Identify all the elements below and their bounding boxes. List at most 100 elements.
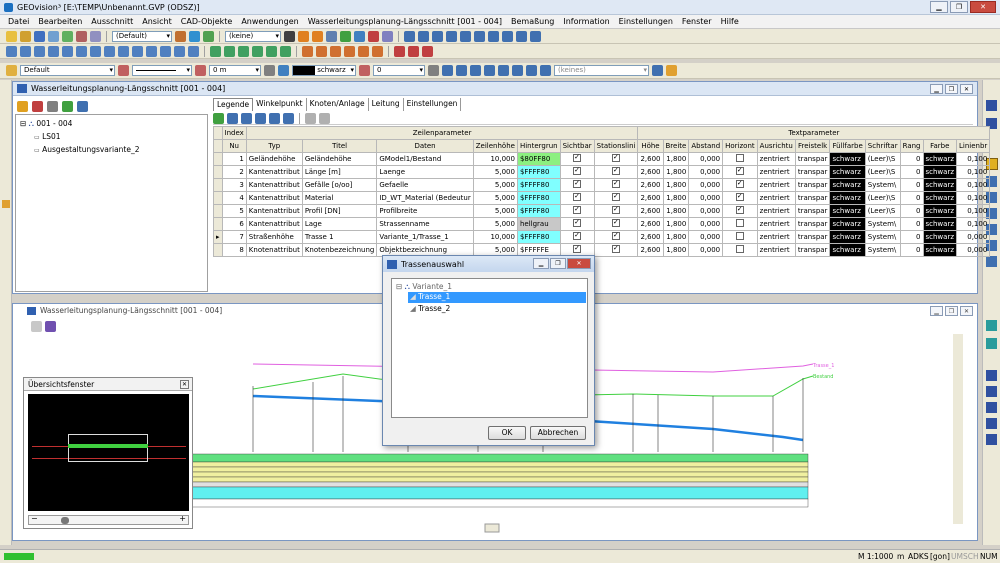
snap-d-icon[interactable]: [344, 45, 355, 57]
tool-g-icon[interactable]: [460, 30, 471, 42]
tree-new-icon[interactable]: [17, 100, 28, 112]
column-header[interactable]: Abstand: [688, 139, 724, 153]
cell-hoehe[interactable]: 2,600: [637, 191, 664, 205]
cell-checkbox[interactable]: [593, 191, 639, 205]
edit-copy-icon[interactable]: [224, 45, 235, 57]
checkbox[interactable]: [573, 219, 582, 227]
menu-cad-objekte[interactable]: CAD-Objekte: [181, 17, 233, 26]
menu-datei[interactable]: Datei: [8, 17, 29, 26]
table-row[interactable]: 3 Kantenattribut Gefälle [o/oo] Gefaelle 5,0…: [213, 178, 991, 192]
cell-nu[interactable]: 6: [221, 217, 247, 231]
tool-l-icon[interactable]: [530, 30, 541, 42]
print-icon[interactable]: [48, 30, 59, 42]
cell-farbe[interactable]: schwarz: [922, 152, 957, 166]
pick-icon[interactable]: [284, 30, 295, 42]
layer-icon[interactable]: [90, 30, 101, 42]
delete-b-icon[interactable]: [408, 45, 419, 57]
row-copy-icon[interactable]: [269, 112, 280, 124]
cell-typ[interactable]: Kantenattribut: [245, 204, 303, 218]
attr-b-icon[interactable]: [456, 65, 467, 76]
row-selector[interactable]: [213, 243, 223, 257]
column-header[interactable]: Hintergrun: [516, 139, 561, 153]
edit-rotate-icon[interactable]: [238, 45, 249, 57]
tool-f-icon[interactable]: [446, 30, 457, 42]
row-selector[interactable]: [213, 152, 223, 166]
column-header[interactable]: Daten: [376, 139, 474, 153]
tree-node-ls01[interactable]: ▭ LS01: [34, 132, 61, 141]
mdi-close-icon[interactable]: ✕: [960, 84, 973, 94]
cell-lb[interactable]: 0,100: [955, 178, 991, 192]
menu-einstellungen[interactable]: Einstellungen: [619, 17, 673, 26]
cell-hoehe[interactable]: 2,600: [637, 152, 664, 166]
cell-hoehe[interactable]: 2,600: [637, 230, 664, 244]
checkbox[interactable]: [573, 167, 582, 175]
cell-bg[interactable]: $FFFF80: [516, 165, 561, 179]
minimize-icon[interactable]: ▁: [930, 1, 948, 13]
table-row[interactable]: 6 Kantenattribut Lage Strassenname 5,000 hell…: [213, 217, 991, 231]
route-item-trasse-2[interactable]: ◢ Trasse_2: [408, 304, 450, 313]
attr-i-icon[interactable]: [652, 65, 663, 76]
cell-lb[interactable]: 0,100: [955, 165, 991, 179]
draw-hatch-icon[interactable]: [146, 45, 157, 57]
cell-fuell[interactable]: schwarz: [829, 243, 866, 257]
cell-checkbox[interactable]: [593, 243, 639, 257]
chart-icon[interactable]: [354, 30, 365, 42]
cell-checkbox[interactable]: [722, 217, 758, 231]
cell-ausr[interactable]: zentriert: [756, 165, 796, 179]
column-header[interactable]: Schriftar: [864, 139, 901, 153]
draw-polyline-icon[interactable]: [34, 45, 45, 57]
dialog-maximize-icon[interactable]: ❐: [550, 258, 566, 269]
tree-refresh-icon[interactable]: [47, 100, 58, 112]
cell-daten[interactable]: GModel1/Bestand: [376, 152, 474, 166]
cell-nu[interactable]: 4: [221, 191, 247, 205]
column-header[interactable]: Linienbr: [955, 139, 991, 153]
color-combo[interactable]: schwarz: [292, 65, 356, 76]
none-combo[interactable]: (keines): [554, 65, 649, 76]
cell-lb[interactable]: 0,100: [955, 191, 991, 205]
cell-frei[interactable]: transpar: [794, 191, 831, 205]
row-delete-icon[interactable]: [283, 112, 294, 124]
checkbox[interactable]: [612, 180, 621, 188]
checkbox[interactable]: [735, 245, 744, 253]
table-row[interactable]: 5 Kantenattribut Profil [DN] Profilbreite 5,…: [213, 204, 991, 218]
profile-minimize-icon[interactable]: ▁: [930, 306, 943, 316]
cell-schrift[interactable]: System\: [864, 230, 901, 244]
overview-zoom-slider[interactable]: − +: [28, 514, 189, 525]
cell-titel[interactable]: Länge [m]: [301, 165, 378, 179]
tree-expand-icon[interactable]: [62, 100, 73, 112]
cell-bg[interactable]: $80FF80: [516, 152, 561, 166]
tool-e-icon[interactable]: [432, 30, 443, 42]
tool-b-icon[interactable]: [382, 30, 393, 42]
cell-checkbox[interactable]: [593, 204, 639, 218]
tab-leitung[interactable]: Leitung: [369, 98, 404, 111]
cell-fuell[interactable]: schwarz: [829, 191, 866, 205]
menu-information[interactable]: Information: [563, 17, 609, 26]
row-selector[interactable]: [213, 191, 223, 205]
cell-breite[interactable]: 1,800: [662, 178, 690, 192]
snap-c-icon[interactable]: [330, 45, 341, 57]
nav-up-icon[interactable]: [986, 100, 997, 111]
cell-abstand[interactable]: 0,000: [688, 230, 724, 244]
edit-scale-icon[interactable]: [252, 45, 263, 57]
strip-tool-icon[interactable]: [2, 200, 10, 208]
tool-k-icon[interactable]: [516, 30, 527, 42]
cell-checkbox[interactable]: [722, 191, 758, 205]
cell-ausr[interactable]: zentriert: [756, 152, 796, 166]
draw-table-icon[interactable]: [160, 45, 171, 57]
attr-j-icon[interactable]: [666, 65, 677, 76]
cell-checkbox[interactable]: [559, 165, 595, 179]
tool-w-icon[interactable]: [986, 418, 997, 429]
dialog-minimize-icon[interactable]: ▁: [533, 258, 549, 269]
draw-symbol-icon[interactable]: [118, 45, 129, 57]
cell-schrift[interactable]: (Leer)\S: [864, 191, 901, 205]
cell-typ[interactable]: Geländehöhe: [245, 152, 303, 166]
snap-a-icon[interactable]: [302, 45, 313, 57]
cell-checkbox[interactable]: [559, 178, 595, 192]
cell-hoehe[interactable]: 2,600: [637, 165, 664, 179]
cell-rang[interactable]: 0: [899, 204, 924, 218]
cell-checkbox[interactable]: [722, 230, 758, 244]
route-item-trasse-1[interactable]: ◢ Trasse_1: [408, 292, 586, 303]
dialog-close-icon[interactable]: ✕: [567, 258, 591, 269]
checkbox[interactable]: [573, 232, 582, 240]
cell-breite[interactable]: 1,800: [662, 191, 690, 205]
